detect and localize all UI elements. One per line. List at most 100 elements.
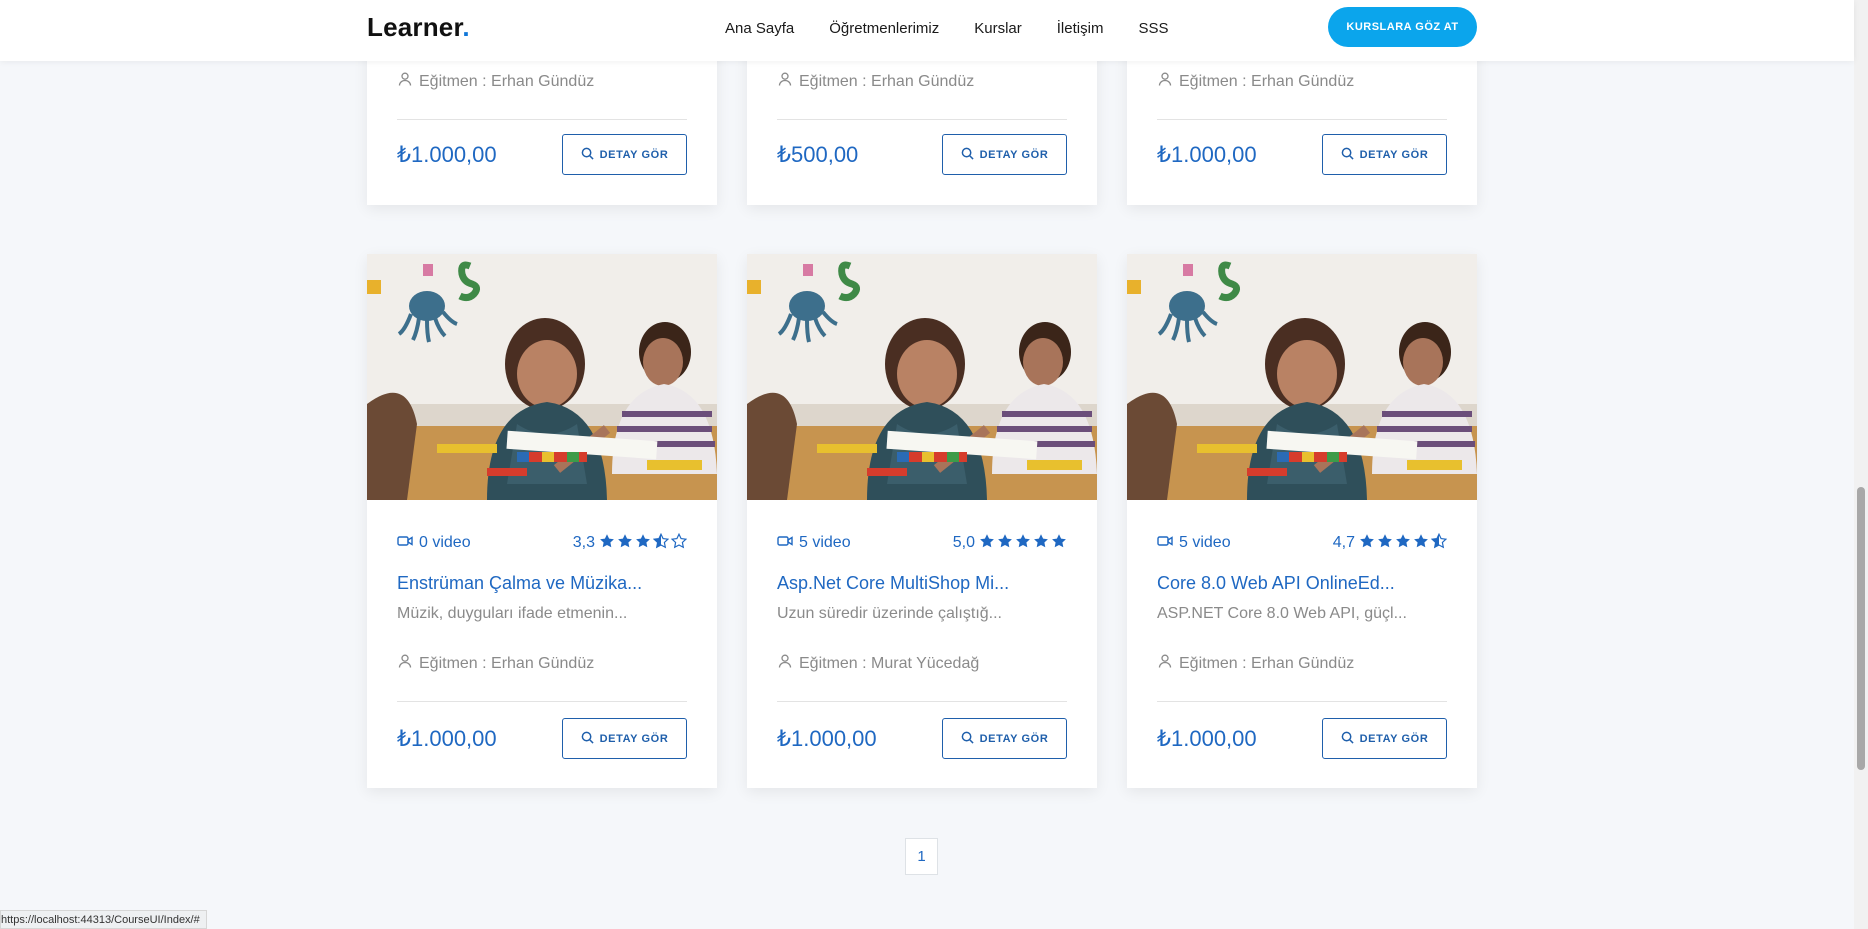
course-price: ₺1.000,00: [777, 725, 877, 751]
course-rating: 5,0: [953, 533, 1067, 554]
star-icon: [1413, 533, 1429, 554]
course-rating: 4,7: [1332, 532, 1448, 554]
search-icon: [1341, 147, 1354, 163]
logo[interactable]: Learner.: [367, 12, 470, 43]
instructor-name: Eğitmen : Erhan Gündüz: [1179, 654, 1355, 672]
course-price: ₺1.000,00: [397, 141, 497, 167]
search-icon: [581, 731, 594, 747]
main-nav: Ana Sayfa Öğretmenlerimiz Kurslar İletiş…: [725, 20, 1168, 37]
card-divider: [397, 701, 687, 702]
nav-iletisim[interactable]: İletişim: [1057, 20, 1104, 37]
course-image[interactable]: [367, 254, 717, 500]
course-price: ₺1.000,00: [397, 725, 497, 751]
video-count-text: 5 video: [799, 534, 851, 551]
browse-courses-button[interactable]: KURSLARA GÖZ AT: [1328, 7, 1477, 47]
search-icon: [961, 147, 974, 163]
course-description: Müzik, duyguları ifade etmenin...: [397, 605, 628, 622]
detail-button[interactable]: DETAY GÖR: [942, 134, 1067, 175]
instructor-name: Eğitmen : Erhan Gündüz: [419, 72, 595, 90]
top-navbar: Learner. Ana Sayfa Öğretmenlerimiz Kursl…: [0, 0, 1854, 61]
course-card: 5 video 4,7 Core 8.0 Web API OnlineEd...…: [1127, 254, 1477, 788]
detail-button[interactable]: DETAY GÖR: [562, 718, 687, 759]
nav-ana-sayfa[interactable]: Ana Sayfa: [725, 20, 794, 37]
detail-button[interactable]: DETAY GÖR: [942, 718, 1067, 759]
video-count: 5 video: [777, 534, 851, 553]
star-icon: [1051, 533, 1067, 554]
video-camera-icon: [397, 534, 413, 553]
rating-value: 4,7: [1332, 534, 1355, 551]
star-icon: [997, 533, 1013, 554]
user-icon: [777, 653, 793, 674]
rating-value: 3,3: [572, 534, 595, 551]
user-icon: [397, 71, 413, 92]
search-icon: [1341, 731, 1354, 747]
course-title[interactable]: Core 8.0 Web API OnlineEd...: [1157, 573, 1447, 594]
nav-kurslar[interactable]: Kurslar: [974, 20, 1022, 37]
pagination-page-1[interactable]: 1: [905, 838, 938, 875]
course-title[interactable]: Asp.Net Core MultiShop Mi...: [777, 573, 1067, 594]
scrollbar-thumb[interactable]: [1857, 487, 1865, 770]
rating-stars: [599, 532, 688, 554]
star-icon: [1430, 532, 1448, 554]
card-divider: [397, 119, 687, 120]
video-count-text: 0 video: [419, 534, 471, 551]
detail-button[interactable]: DETAY GÖR: [1322, 718, 1447, 759]
star-icon: [1359, 533, 1375, 554]
logo-dot: .: [462, 12, 470, 42]
card-divider: [777, 119, 1067, 120]
video-count: 5 video: [1157, 534, 1231, 553]
instructor-row: Eğitmen : Murat Yücedağ: [777, 653, 1067, 674]
course-rating: 3,3: [572, 532, 688, 554]
star-icon: [599, 533, 615, 554]
nav-ogretmenlerimiz[interactable]: Öğretmenlerimiz: [829, 20, 939, 37]
detail-button-label: DETAY GÖR: [1359, 732, 1429, 745]
instructor-name: Eğitmen : Erhan Gündüz: [419, 654, 595, 672]
detail-button[interactable]: DETAY GÖR: [562, 134, 687, 175]
star-icon: [1015, 533, 1031, 554]
star-icon: [652, 532, 670, 554]
star-icon: [979, 533, 995, 554]
detail-button-label: DETAY GÖR: [599, 732, 669, 745]
course-image[interactable]: [1127, 254, 1477, 500]
video-count-text: 5 video: [1179, 534, 1231, 551]
logo-text: Learner: [367, 12, 463, 42]
course-card: 0 video 3,3 Enstrüman Çalma ve Müzika...…: [367, 254, 717, 788]
rating-stars: [1359, 532, 1448, 554]
card-divider: [1157, 701, 1447, 702]
instructor-row: Eğitmen : Erhan Gündüz: [1157, 653, 1447, 674]
course-card: 5 video 5,0 Asp.Net Core MultiShop Mi...…: [747, 254, 1097, 788]
user-icon: [397, 653, 413, 674]
instructor-row: Eğitmen : Erhan Gündüz: [777, 71, 1067, 92]
instructor-name: Eğitmen : Erhan Gündüz: [799, 72, 975, 90]
card-divider: [777, 701, 1067, 702]
star-icon: [670, 532, 688, 554]
detail-button[interactable]: DETAY GÖR: [1322, 134, 1447, 175]
star-icon: [1033, 533, 1049, 554]
video-camera-icon: [777, 534, 793, 553]
card-divider: [1157, 119, 1447, 120]
user-icon: [777, 71, 793, 92]
detail-button-label: DETAY GÖR: [1359, 148, 1429, 161]
page-scrollbar[interactable]: [1854, 0, 1868, 929]
user-icon: [1157, 71, 1173, 92]
course-price: ₺1.000,00: [1157, 725, 1257, 751]
star-icon: [1395, 533, 1411, 554]
instructor-name: Eğitmen : Murat Yücedağ: [799, 654, 980, 672]
course-price: ₺500,00: [777, 141, 859, 167]
nav-sss[interactable]: SSS: [1138, 20, 1168, 37]
instructor-row: Eğitmen : Erhan Gündüz: [397, 71, 687, 92]
course-title[interactable]: Enstrüman Çalma ve Müzika...: [397, 573, 687, 594]
rating-stars: [979, 533, 1067, 554]
star-icon: [635, 533, 651, 554]
detail-button-label: DETAY GÖR: [979, 148, 1049, 161]
star-icon: [617, 533, 633, 554]
instructor-name: Eğitmen : Erhan Gündüz: [1179, 72, 1355, 90]
course-image[interactable]: [747, 254, 1097, 500]
search-icon: [581, 147, 594, 163]
course-price: ₺1.000,00: [1157, 141, 1257, 167]
detail-button-label: DETAY GÖR: [599, 148, 669, 161]
instructor-row: Eğitmen : Erhan Gündüz: [397, 653, 687, 674]
course-description: Uzun süredir üzerinde çalıştığ...: [777, 605, 1002, 622]
search-icon: [961, 731, 974, 747]
video-count: 0 video: [397, 534, 471, 553]
